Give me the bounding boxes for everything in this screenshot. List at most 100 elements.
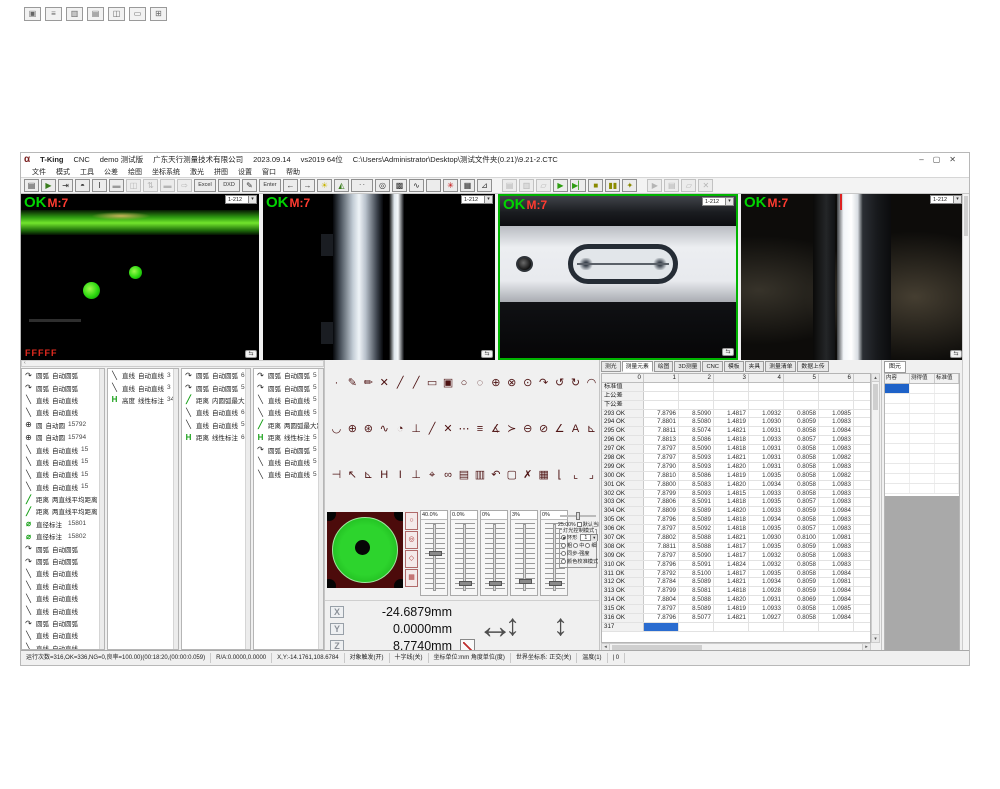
ring-index-select[interactable]: 1▾ <box>580 534 598 541</box>
feature-list-item[interactable]: ╲直线自动直线 <box>22 642 104 650</box>
feature-list-item[interactable]: ⊕圆自动圆15794 <box>22 431 104 443</box>
tab-4[interactable]: 3D测量 <box>674 361 701 372</box>
list-scrollbar[interactable] <box>99 369 104 649</box>
feature-list-item[interactable]: ╲直线自动直线3 <box>108 381 178 393</box>
slider-track[interactable] <box>433 524 436 591</box>
measure-tool-icon[interactable]: ∿ <box>377 420 392 440</box>
measure-tool-icon[interactable]: ▢ <box>504 466 519 486</box>
tab-1[interactable]: 测光 <box>601 361 621 372</box>
element-row[interactable] <box>885 474 959 484</box>
measure-tool-icon[interactable]: ✗ <box>520 466 535 486</box>
camera-view-1[interactable]: FFFFF OKM:7 1-212▾ ⇆ <box>21 194 259 360</box>
light-channel-slider[interactable]: 0% <box>480 510 508 596</box>
table-row[interactable]: 297 OK7.87978.50901.48181.09310.80581.09… <box>602 445 870 454</box>
feature-list-item[interactable]: H距离线性标注5 <box>254 431 323 443</box>
radio-sync[interactable] <box>561 551 566 556</box>
measure-tool-icon[interactable]: ▥ <box>472 466 487 486</box>
feature-list-item[interactable]: ╱距离两直线平均距离 <box>22 505 104 517</box>
toolbar-button[interactable]: ☀ <box>317 179 332 192</box>
table-row[interactable]: 316 OK7.87968.50771.48211.09270.80581.09… <box>602 614 870 623</box>
toolbar-button[interactable]: → <box>300 179 315 192</box>
tab-2[interactable]: 测量元素 <box>622 361 653 372</box>
feature-list-item[interactable]: ╲直线自动直线15 <box>22 481 104 493</box>
feature-list-item[interactable]: ╲直线自动直线 <box>22 580 104 592</box>
feature-list-2[interactable]: ╲直线自动直线3╲直线自动直线3H高度线性标注34 <box>107 368 179 650</box>
slider-thumb[interactable] <box>429 551 442 556</box>
toolbar-button[interactable]: ◓ <box>75 179 90 192</box>
menu-item[interactable]: 窗口 <box>257 167 281 177</box>
light-channel-slider[interactable]: 40.0% <box>420 510 448 596</box>
measure-tool-icon[interactable]: ◔ <box>393 420 408 440</box>
light-mode-button[interactable]: ◇ <box>405 550 418 568</box>
element-row[interactable] <box>885 384 959 394</box>
measure-tool-icon[interactable]: ↖ <box>345 466 360 486</box>
feature-list-item[interactable]: ↷圆弧自动圆弧 <box>22 369 104 381</box>
measure-tool-icon[interactable]: ⊖ <box>520 420 535 440</box>
feature-list-item[interactable]: ↷圆弧自动圆弧 <box>22 617 104 629</box>
measure-tool-icon[interactable]: A <box>568 420 583 440</box>
tab-7[interactable]: 夹具 <box>745 361 765 372</box>
menu-item[interactable]: 绘图 <box>123 167 147 177</box>
menu-item[interactable]: 帮助 <box>281 167 305 177</box>
measure-tool-icon[interactable]: ⊕ <box>488 374 503 394</box>
measure-tool-icon[interactable]: ▦ <box>536 466 551 486</box>
feature-list-3[interactable]: ↷圆弧自动圆弧6↷圆弧自动圆弧5╱距离内圆弧最大距╲直线自动直线6╲直线自动直线… <box>181 368 251 650</box>
measure-tool-icon[interactable]: ⊣ <box>329 466 344 486</box>
camera-resize-handle[interactable]: ⇆ <box>722 348 734 356</box>
toolbar-button[interactable]: ▦ <box>460 179 475 192</box>
feature-list-item[interactable]: ⌀直径标注15802 <box>22 530 104 542</box>
feature-list-item[interactable]: ↷圆弧自动圆弧5 <box>254 369 323 381</box>
feature-list-4[interactable]: ↷圆弧自动圆弧5↷圆弧自动圆弧5╲直线自动直线5╲直线自动直线5╱距离两圆弧最大… <box>253 368 324 650</box>
chevron-down-icon[interactable]: ▾ <box>248 196 256 203</box>
element-row[interactable] <box>885 484 959 494</box>
mini-toolbar-icon[interactable]: ⊞ <box>150 7 167 21</box>
element-row[interactable] <box>885 414 959 424</box>
measure-tool-icon[interactable]: H <box>377 466 392 486</box>
feature-list-item[interactable]: ╲直线自动直线3 <box>108 369 178 381</box>
table-special-row[interactable]: 上公差 <box>602 392 870 401</box>
slider-track[interactable] <box>523 524 526 591</box>
measure-tool-icon[interactable]: ⊾ <box>584 420 599 440</box>
menu-item[interactable]: 激光 <box>185 167 209 177</box>
toolbar-button[interactable]: ▩ <box>392 179 407 192</box>
measure-tool-icon[interactable]: · <box>329 374 344 394</box>
table-vertical-scrollbar[interactable]: ▴▾ <box>871 373 880 643</box>
table-row-partial[interactable]: 317 <box>602 623 870 632</box>
table-row[interactable]: 293 OK7.87968.50901.48171.09320.80581.09… <box>602 410 870 419</box>
slider-thumb[interactable] <box>459 581 472 586</box>
measure-tool-icon[interactable]: ≻ <box>504 420 519 440</box>
table-row[interactable]: 304 OK7.88098.50891.48201.09330.80591.09… <box>602 507 870 516</box>
tab-elements[interactable]: 图元 <box>884 361 906 373</box>
mini-toolbar-icon[interactable]: ▤ <box>87 7 104 21</box>
feature-list-item[interactable]: ╲直线自动直线5 <box>254 468 323 480</box>
measure-tool-icon[interactable]: ∠ <box>552 420 567 440</box>
measure-tool-icon[interactable]: ✎ <box>345 374 360 394</box>
element-row[interactable] <box>885 444 959 454</box>
toolbar-button[interactable]: ← <box>283 179 298 192</box>
feature-list-item[interactable]: ↷圆弧自动圆弧5 <box>182 381 250 393</box>
radio-fine[interactable] <box>585 543 590 548</box>
feature-list-item[interactable]: ╲直线自动直线 <box>22 592 104 604</box>
toolbar-button[interactable]: Excel <box>194 179 216 192</box>
menu-item[interactable]: 公差 <box>99 167 123 177</box>
table-row[interactable]: 296 OK7.88138.50861.48181.09330.80571.09… <box>602 436 870 445</box>
table-row[interactable]: 301 OK7.88008.50831.48201.09340.80581.09… <box>602 481 870 490</box>
slider-track[interactable] <box>493 524 496 591</box>
camera-resize-handle[interactable]: ⇆ <box>950 350 962 358</box>
light-mode-button[interactable]: ○ <box>405 512 418 530</box>
measure-tool-icon[interactable]: ✕ <box>441 420 456 440</box>
toolbar-button[interactable]: - - <box>351 179 373 192</box>
close-button[interactable]: ✕ <box>949 155 956 164</box>
slider-thumb[interactable] <box>549 581 562 586</box>
maximize-button[interactable]: ▢ <box>933 155 941 164</box>
toolbar-button[interactable]: ✳ <box>443 179 458 192</box>
measure-tool-icon[interactable]: ⊥ <box>409 420 424 440</box>
feature-list-item[interactable]: ⌀直径标注15801 <box>22 518 104 530</box>
measure-tool-icon[interactable]: ▭ <box>425 374 440 394</box>
measure-tool-icon[interactable]: ╱ <box>393 374 408 394</box>
menu-item[interactable]: 拼图 <box>209 167 233 177</box>
feature-list-item[interactable]: ╲直线自动直线 <box>22 394 104 406</box>
light-mode-button[interactable]: ◎ <box>405 531 418 549</box>
toolbar-button[interactable]: ⇥ <box>58 179 73 192</box>
measure-tool-icon[interactable]: ⊕ <box>345 420 360 440</box>
